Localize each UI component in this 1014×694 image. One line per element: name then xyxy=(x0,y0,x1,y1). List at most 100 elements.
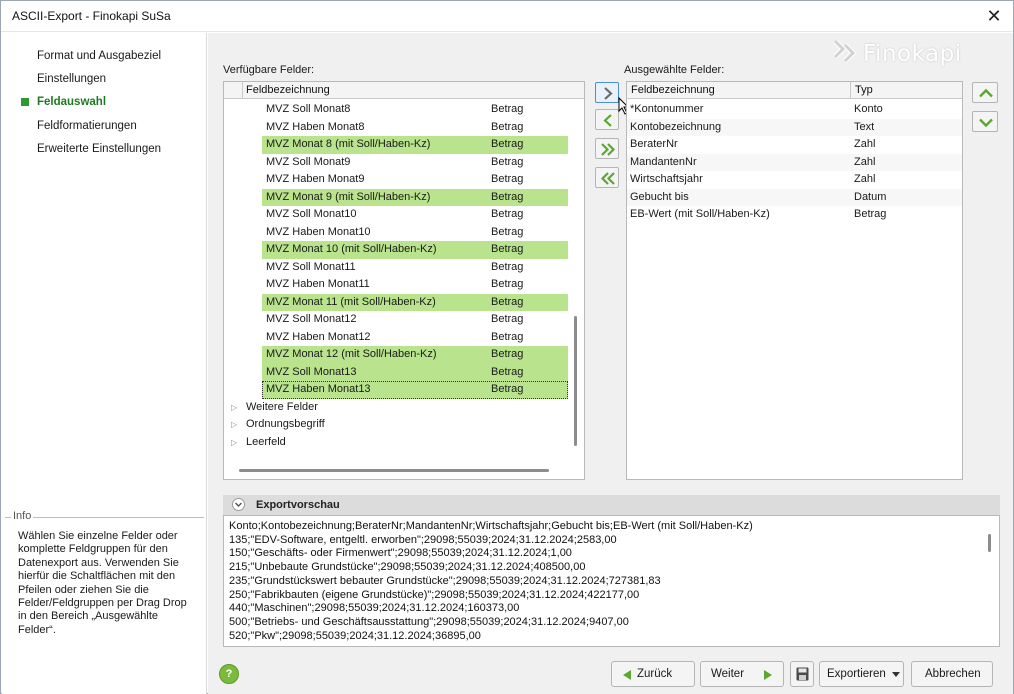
next-button[interactable]: Weiter xyxy=(700,661,784,687)
field-group-row[interactable]: ▷ Ordnungsbegriff xyxy=(224,416,568,434)
field-type: Betrag xyxy=(491,173,524,185)
remove-all-fields-button[interactable] xyxy=(595,167,619,188)
field-type: Betrag xyxy=(491,155,524,168)
available-field-row[interactable]: MVZ Soll Monat10 Betrag xyxy=(262,206,568,224)
dropdown-arrow-icon[interactable] xyxy=(892,672,900,678)
chevron-down-icon xyxy=(235,502,242,507)
field-type: Betrag xyxy=(491,348,524,360)
field-name: MVZ Soll Monat10 xyxy=(266,208,357,220)
field-name: MVZ Haben Monat11 xyxy=(266,278,370,290)
available-field-row[interactable]: MVZ Haben Monat8 Betrag xyxy=(262,119,568,137)
export-preview-text[interactable]: Konto;Kontobezeichnung;BeraterNr;Mandant… xyxy=(223,515,1000,647)
remove-field-button[interactable] xyxy=(595,109,619,130)
add-field-button[interactable] xyxy=(595,82,619,103)
field-group-row[interactable]: ▷ Weitere Felder xyxy=(224,399,568,417)
available-field-row[interactable]: MVZ Haben Monat10 Betrag xyxy=(262,224,568,242)
move-down-button[interactable] xyxy=(972,111,998,132)
field-name: Wirtschaftsjahr xyxy=(630,173,703,185)
horizontal-scrollbar[interactable] xyxy=(239,469,549,472)
field-type: Datum xyxy=(854,190,887,203)
available-field-row[interactable]: MVZ Haben Monat13 Betrag xyxy=(262,381,568,399)
move-up-button[interactable] xyxy=(972,82,998,103)
field-group-label: Weitere Felder xyxy=(246,400,318,413)
export-button[interactable]: Exportieren xyxy=(819,661,904,687)
selected-field-row[interactable]: BeraterNr Zahl xyxy=(627,136,962,154)
selected-field-row[interactable]: MandantenNr Zahl xyxy=(627,153,962,171)
selected-fields-label: Ausgewählte Felder: xyxy=(624,64,725,76)
header-separator xyxy=(850,82,851,99)
double-arrow-right-icon xyxy=(601,143,616,156)
back-button[interactable]: Zurück xyxy=(611,661,695,687)
available-field-row[interactable]: MVZ Haben Monat9 Betrag xyxy=(262,171,568,189)
export-button-label: Exportieren xyxy=(827,668,886,680)
preview-line: 520;"Pkw";29098;55039;2024;31.12.2024;36… xyxy=(229,629,481,642)
field-type: Betrag xyxy=(491,225,524,238)
double-arrow-left-icon xyxy=(600,172,615,185)
available-field-row[interactable]: MVZ Soll Monat11 Betrag xyxy=(262,259,568,277)
nav-item-erweiterte-einstellungen[interactable]: Erweiterte Einstellungen xyxy=(37,143,161,155)
available-field-row[interactable]: MVZ Soll Monat9 Betrag xyxy=(262,154,568,172)
close-icon[interactable]: ✕ xyxy=(983,5,1005,27)
preview-scrollbar[interactable] xyxy=(988,534,991,552)
available-field-row[interactable]: MVZ Monat 8 (mit Soll/Haben-Kz) Betrag xyxy=(262,136,568,154)
selected-field-row[interactable]: EB-Wert (mit Soll/Haben-Kz) Betrag xyxy=(627,206,962,224)
selected-field-row[interactable]: *Kontonummer Konto xyxy=(627,101,962,119)
available-field-row[interactable]: MVZ Monat 12 (mit Soll/Haben-Kz) Betrag xyxy=(262,346,568,364)
preview-line: 235;"Grundstückswert bebauter Grundstück… xyxy=(229,574,661,587)
field-type: Betrag xyxy=(491,260,524,273)
field-type: Betrag xyxy=(491,295,524,308)
expand-triangle-icon[interactable]: ▷ xyxy=(231,403,237,412)
selected-fields-list[interactable]: Feldbezeichnung Typ *Kontonummer Konto Kon… xyxy=(626,81,963,480)
available-field-row[interactable]: MVZ Soll Monat13 Betrag xyxy=(262,363,568,381)
expand-triangle-icon[interactable]: ▷ xyxy=(231,420,237,429)
export-preview-title: Exportvorschau xyxy=(256,499,340,511)
available-field-row[interactable]: MVZ Monat 10 (mit Soll/Haben-Kz) Betrag xyxy=(262,241,568,259)
available-fields-tree[interactable]: Feldbezeichnung MVZ Soll Monat8 Betrag MVZ… xyxy=(223,81,585,480)
collapse-toggle[interactable] xyxy=(232,498,245,511)
field-type: Konto xyxy=(854,103,883,115)
available-fields-label: Verfügbare Felder: xyxy=(223,64,315,76)
cancel-button[interactable]: Abbrechen xyxy=(911,661,993,687)
field-type: Betrag xyxy=(491,243,524,255)
column-header-feldbezeichnung[interactable]: Feldbezeichnung xyxy=(631,84,715,96)
column-header-typ[interactable]: Typ xyxy=(855,84,873,96)
triangle-right-icon xyxy=(764,670,772,680)
field-type: Betrag xyxy=(854,208,887,220)
field-name: *Kontonummer xyxy=(630,103,704,115)
selected-field-row[interactable]: Wirtschaftsjahr Zahl xyxy=(627,171,962,189)
preview-line: 500;"Betriebs- und Geschäftsausstattung"… xyxy=(229,615,629,628)
field-group-label: Leerfeld xyxy=(246,435,286,448)
vertical-scrollbar[interactable] xyxy=(574,316,577,446)
field-type: Betrag xyxy=(491,103,524,115)
field-name: MVZ Haben Monat12 xyxy=(266,330,371,343)
field-name: MVZ Monat 8 (mit Soll/Haben-Kz) xyxy=(266,138,431,150)
field-type: Zahl xyxy=(854,155,876,168)
nav-item-feldauswahl[interactable]: Feldauswahl xyxy=(37,96,106,108)
field-type: Betrag xyxy=(491,330,524,343)
selected-field-row[interactable]: Gebucht bis Datum xyxy=(627,188,962,206)
export-preview-header[interactable]: Exportvorschau xyxy=(223,495,1000,515)
field-name: MVZ Monat 10 (mit Soll/Haben-Kz) xyxy=(266,243,437,255)
nav-item-feldformatierungen[interactable]: Feldformatierungen xyxy=(37,120,137,132)
field-group-row[interactable]: ▷ Leerfeld xyxy=(224,434,568,452)
nav-item-einstellungen[interactable]: Einstellungen xyxy=(37,73,106,85)
available-field-row[interactable]: MVZ Soll Monat8 Betrag xyxy=(262,101,568,119)
selected-field-row[interactable]: Kontobezeichnung Text xyxy=(627,118,962,136)
available-field-row[interactable]: MVZ Monat 11 (mit Soll/Haben-Kz) Betrag xyxy=(262,293,568,311)
available-field-row[interactable]: MVZ Monat 9 (mit Soll/Haben-Kz) Betrag xyxy=(262,188,568,206)
nav-item-format-und-ausgabeziel[interactable]: Format und Ausgabeziel xyxy=(37,50,161,62)
field-type: Text xyxy=(854,120,875,133)
field-type: Betrag xyxy=(491,120,524,133)
help-icon[interactable]: ? xyxy=(219,664,239,684)
export-dialog-window: ASCII-Export - Finokapi SuSa ✕ Format un… xyxy=(0,0,1014,694)
save-button[interactable] xyxy=(790,661,814,687)
available-field-row[interactable]: MVZ Soll Monat12 Betrag xyxy=(262,311,568,329)
column-header-feldbezeichnung[interactable]: Feldbezeichnung xyxy=(246,84,330,96)
available-field-row[interactable]: MVZ Haben Monat11 Betrag xyxy=(262,276,568,294)
field-name: MVZ Haben Monat13 xyxy=(266,383,371,395)
add-all-fields-button[interactable] xyxy=(595,138,619,159)
active-step-marker xyxy=(21,98,29,106)
field-name: EB-Wert (mit Soll/Haben-Kz) xyxy=(630,208,770,220)
expand-triangle-icon[interactable]: ▷ xyxy=(231,438,237,447)
available-field-row[interactable]: MVZ Haben Monat12 Betrag xyxy=(262,329,568,347)
